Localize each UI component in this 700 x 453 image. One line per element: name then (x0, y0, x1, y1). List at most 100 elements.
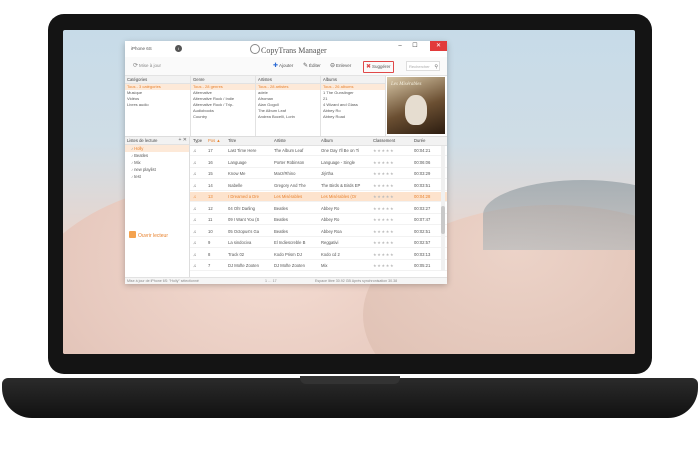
pencil-icon: ✎ (303, 63, 309, 69)
table-row[interactable]: ♫ 11 09 I Want You (S Beatles Abbey Ro ★★★★★ 0… (190, 215, 447, 225)
list-item[interactable]: Country (191, 114, 255, 120)
track-artist: Beatles (274, 217, 288, 222)
track-position: 14 (208, 182, 213, 188)
track-position: 9 (208, 240, 211, 245)
artists-column: Artistes Tous - 28 artistes adele Afroma… (256, 76, 321, 136)
track-title: Track 02 (228, 251, 245, 257)
track-type-icon: ♫ (193, 228, 197, 234)
track-album: One Day I'll Be on Ti (321, 148, 360, 153)
copytrans-manager-window: iPhone 6S i CopyTrans Manager – ☐ ✕ ⟳Mis… (125, 41, 447, 284)
track-album: Kodo cd 2 (321, 251, 340, 257)
track-position: 11 (208, 217, 213, 222)
table-row[interactable]: ♫ 9 La sindociva El Indiescreble B Reggativi… (190, 238, 447, 248)
albums-column: Albums Tous - 26 albums 1 The Gunslinger… (321, 76, 386, 136)
track-rating[interactable]: ★★★★★ (373, 158, 409, 167)
delete-button[interactable]: ⊖Enlever (330, 61, 351, 71)
playlist-item[interactable]: ♪Mix (125, 159, 189, 166)
playlist-label: test (134, 174, 141, 179)
track-title: 09 I Want You (S (228, 217, 260, 222)
add-button[interactable]: ✚Ajouter (273, 61, 293, 71)
table-scrollbar[interactable] (441, 146, 445, 271)
playlist-icon: ♪ (131, 160, 134, 165)
column-header[interactable]: Albums (321, 76, 385, 84)
plus-icon: ✚ (273, 63, 279, 69)
track-duration: 00:04:28 (414, 194, 431, 199)
header-duration[interactable]: Durée (414, 137, 440, 145)
list-item[interactable]: Abbey Road (321, 114, 385, 120)
track-duration: 00:03:13 (414, 251, 431, 257)
column-header[interactable]: Artistes (256, 76, 320, 84)
header-title[interactable]: Titre (228, 137, 272, 145)
table-row[interactable]: ♫ 13 I Dreamed a Dre Les Misérables Les Misé… (190, 192, 447, 202)
track-position: 12 (208, 205, 213, 211)
playlist-item[interactable]: ♪Beatles (125, 152, 189, 159)
column-header[interactable]: Catégories (125, 76, 190, 84)
open-library-button[interactable]: Ouvrir lecteur (129, 231, 168, 239)
edit-button[interactable]: ✎Éditer (303, 61, 321, 71)
table-row[interactable]: ♫ 12 04 Oh! Darling Beatles Abbey Ro ★★★★★ 00:… (190, 204, 447, 214)
playlist-icon: ♪ (131, 167, 134, 172)
header-type[interactable]: Type (193, 137, 203, 145)
header-pos[interactable]: Pos ▲ (208, 137, 222, 145)
track-album: Language - Single (321, 159, 355, 165)
track-rating[interactable]: ★★★★★ (373, 169, 409, 178)
status-bar: Mise à jour de iPhone 6S: "Holly" sélect… (125, 277, 447, 284)
playlist-label: new playlist (134, 167, 156, 172)
column-header[interactable]: Genre (191, 76, 255, 84)
minimize-button[interactable]: – (393, 41, 407, 51)
table-row[interactable]: ♫ 8 Track 02 Kodo Prism DJ Kodo cd 2 ★★★★★ 00:… (190, 250, 447, 260)
playlist-item[interactable]: ♪new playlist (125, 166, 189, 173)
track-duration: 00:03:27 (414, 205, 431, 211)
playlist-item[interactable]: ♪Holly (125, 145, 189, 152)
sync-button[interactable]: ⟳Mise à jour (133, 61, 161, 71)
table-row[interactable]: ♫ 16 Language Porter Robinson Language - Sin… (190, 158, 447, 168)
playlist-icon: ♪ (131, 174, 134, 179)
track-album: Mix (321, 263, 328, 268)
track-rating[interactable]: ★★★★★ (373, 204, 409, 213)
header-artist[interactable]: Artiste (274, 137, 318, 145)
track-album: The Birds & Birds EP (321, 182, 361, 188)
status-right: Espace libre 30.92 GB Après synchronisat… (315, 279, 398, 283)
scrollbar-thumb[interactable] (441, 206, 445, 234)
track-rating[interactable]: ★★★★★ (373, 181, 409, 190)
device-info-icon[interactable]: i (175, 45, 182, 52)
track-rating[interactable]: ★★★★★ (373, 192, 409, 201)
table-row[interactable]: ♫ 10 05 Octopus's Ga Beatles Abbey Roa ★★★★★ 0… (190, 227, 447, 237)
table-row[interactable]: ♫ 17 Last Time Here The Album Leaf One Day I… (190, 146, 447, 156)
track-rating[interactable]: ★★★★★ (373, 261, 409, 270)
x-icon: ✖ (366, 64, 372, 70)
search-placeholder: Rechercher (409, 64, 430, 69)
track-position: 10 (208, 228, 213, 234)
track-rating[interactable]: ★★★★★ (373, 146, 409, 155)
table-row[interactable]: ♫ 14 Isabelle Gregory And The The Birds & Bi… (190, 181, 447, 191)
track-rating[interactable]: ★★★★★ (373, 227, 409, 236)
device-selector[interactable]: iPhone 6S (131, 46, 152, 51)
suggest-button[interactable]: ✖Suggérer (363, 61, 394, 73)
playlist-label: Holly (134, 146, 144, 151)
list-item[interactable]: Livres audio (125, 102, 190, 108)
track-rating[interactable]: ★★★★★ (373, 215, 409, 224)
categories-column: Catégories Tous - 3 catégories Musique V… (125, 76, 191, 136)
wallpaper-hill (483, 180, 635, 250)
header-album[interactable]: Album (321, 137, 368, 145)
track-type-icon: ♫ (193, 159, 197, 165)
header-rating[interactable]: Classement (373, 137, 409, 145)
close-button[interactable]: ✕ (430, 41, 447, 51)
playlist-add-remove-buttons[interactable]: + ✕ (179, 137, 188, 144)
track-duration: 00:02:51 (414, 228, 431, 234)
search-input[interactable]: Rechercher ⚲ (406, 61, 440, 71)
minus-circle-icon: ⊖ (330, 63, 336, 69)
track-album: Abbey Ro (321, 217, 340, 222)
track-position: 16 (208, 159, 213, 165)
table-row[interactable]: ♫ 7 DJ Mofte Zooten DJ Mofte Zooten Mix ★★★★★… (190, 261, 447, 271)
refresh-icon: ⟳ (133, 63, 139, 69)
open-library-label: Ouvrir lecteur (138, 233, 169, 239)
list-item[interactable]: Andrea Bocelli, Lorin (256, 114, 320, 120)
track-rating[interactable]: ★★★★★ (373, 238, 409, 247)
maximize-button[interactable]: ☐ (408, 41, 422, 51)
track-type-icon: ♫ (193, 171, 197, 176)
tracks-table: Type Pos ▲ Titre Artiste Album Classemen… (190, 137, 447, 277)
track-rating[interactable]: ★★★★★ (373, 250, 409, 259)
table-row[interactable]: ♫ 15 Know Me Marz/Rhino Jiýrtha ★★★★★ 00:03:29 (190, 169, 447, 179)
playlist-item[interactable]: ♪test (125, 173, 189, 180)
